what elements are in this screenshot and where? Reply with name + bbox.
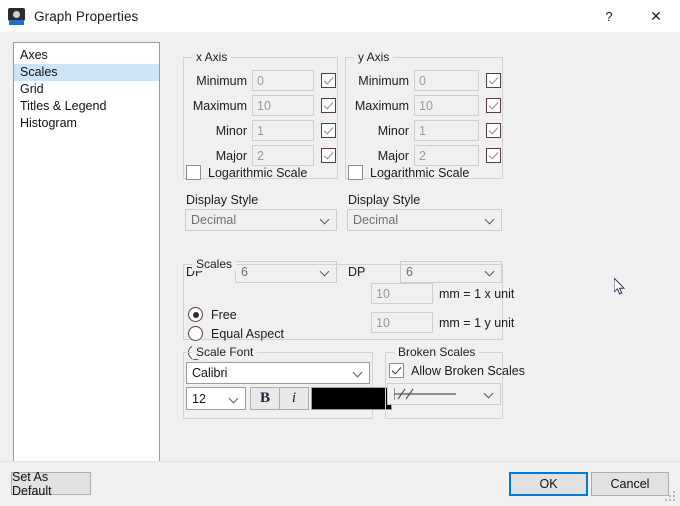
radio-equal-aspect[interactable] [188, 326, 203, 341]
radio-free[interactable] [188, 307, 203, 322]
sidebar-item-histogram[interactable]: Histogram [14, 115, 159, 132]
chevron-down-icon [486, 218, 494, 226]
y-minimum-auto-checkbox[interactable] [486, 73, 501, 88]
scales-option-equal-aspect-label: Equal Aspect [211, 326, 284, 341]
x-minimum-auto-checkbox[interactable] [321, 73, 336, 88]
x-major-row: Major [187, 145, 336, 166]
break-line-symbol-icon [394, 388, 456, 400]
sidebar-item-titles-legend[interactable]: Titles & Legend [14, 98, 159, 115]
y-unit-mm-input[interactable] [371, 312, 433, 333]
x-major-input[interactable] [252, 145, 314, 166]
sidebar-item-axes[interactable]: Axes [14, 47, 159, 64]
x-unit-mm-input[interactable] [371, 283, 433, 304]
sidebar-item-grid[interactable]: Grid [14, 81, 159, 98]
broken-scales-legend: Broken Scales [394, 345, 480, 359]
x-logarithmic-scale-row[interactable]: Logarithmic Scale [186, 165, 307, 180]
italic-button[interactable]: i [279, 387, 309, 410]
bold-button-label: B [259, 390, 270, 406]
y-minor-auto-checkbox[interactable] [486, 123, 501, 138]
x-minimum-row: Minimum [187, 70, 336, 91]
allow-broken-scales-label: Allow Broken Scales [411, 363, 525, 378]
x-axis-group: x Axis Minimum Maximum Minor Major [183, 50, 338, 179]
y-unit-mm-label: mm = 1 y unit [439, 316, 515, 330]
chevron-down-icon [230, 397, 238, 405]
x-maximum-label: Maximum [192, 98, 247, 113]
y-minimum-input[interactable] [414, 70, 479, 91]
font-size-combo[interactable]: 12 [186, 387, 246, 410]
allow-broken-scales-checkbox[interactable] [389, 363, 404, 378]
font-family-value: Calibri [192, 366, 228, 380]
y-major-auto-checkbox[interactable] [486, 148, 501, 163]
x-logarithmic-scale-label: Logarithmic Scale [208, 165, 308, 180]
y-minimum-row: Minimum [349, 70, 501, 91]
x-minor-auto-checkbox[interactable] [321, 123, 336, 138]
y-logarithmic-scale-label: Logarithmic Scale [370, 165, 470, 180]
y-major-input[interactable] [414, 145, 479, 166]
chevron-down-icon [354, 371, 362, 379]
x-display-style-value: Decimal [191, 213, 237, 227]
y-display-style-title: Display Style [348, 193, 421, 207]
y-major-row: Major [349, 145, 501, 166]
x-maximum-row: Maximum [187, 95, 336, 116]
cancel-button[interactable]: Cancel [591, 472, 669, 496]
y-maximum-label: Maximum [354, 98, 409, 113]
close-icon[interactable]: ✕ [632, 0, 680, 32]
scales-legend: Scales [192, 257, 237, 271]
y-minor-input[interactable] [414, 120, 479, 141]
allow-broken-scales-row[interactable]: Allow Broken Scales [389, 363, 525, 378]
font-family-combo[interactable]: Calibri [186, 362, 370, 384]
x-minor-label: Minor [215, 123, 247, 138]
y-axis-group: y Axis Minimum Maximum Minor Major [345, 50, 503, 179]
set-as-default-button[interactable]: Set As Default [11, 470, 91, 498]
y-minimum-label: Minimum [358, 73, 409, 88]
scales-option-equal-aspect[interactable]: Equal Aspect [188, 326, 284, 341]
x-minimum-label: Minimum [196, 73, 247, 88]
x-unit-mm-label: mm = 1 x unit [439, 287, 515, 301]
sidebar-item-scales[interactable]: Scales [14, 64, 159, 81]
window-controls: ? ✕ [586, 0, 680, 32]
y-maximum-auto-checkbox[interactable] [486, 98, 501, 113]
font-size-value: 12 [192, 391, 206, 406]
scales-option-free-label: Free [211, 307, 237, 322]
x-minor-row: Minor [187, 120, 336, 141]
window-title: Graph Properties [34, 8, 139, 24]
y-maximum-row: Maximum [349, 95, 501, 116]
x-display-style-title: Display Style [186, 193, 259, 207]
resize-grip[interactable] [665, 491, 677, 503]
help-icon[interactable]: ? [586, 0, 632, 32]
broken-scale-style-combo[interactable] [387, 383, 501, 405]
font-color-swatch[interactable] [311, 387, 392, 410]
x-minimum-input[interactable] [252, 70, 314, 91]
x-display-style-combo[interactable]: Decimal [185, 209, 337, 231]
title-bar: Graph Properties ? ✕ [0, 0, 680, 32]
chevron-down-icon [485, 392, 493, 400]
x-maximum-input[interactable] [252, 95, 314, 116]
x-major-auto-checkbox[interactable] [321, 148, 336, 163]
y-display-style-combo[interactable]: Decimal [347, 209, 502, 231]
y-minor-row: Minor [349, 120, 501, 141]
y-logarithmic-scale-row[interactable]: Logarithmic Scale [348, 165, 469, 180]
x-minor-input[interactable] [252, 120, 314, 141]
y-maximum-input[interactable] [414, 95, 479, 116]
dialog-footer: Set As Default OK Cancel [0, 461, 680, 506]
ok-button[interactable]: OK [509, 472, 588, 496]
y-logarithmic-scale-checkbox[interactable] [348, 165, 363, 180]
chevron-down-icon [321, 218, 329, 226]
italic-button-label: i [291, 390, 297, 406]
dialog-body: Axes Scales Grid Titles & Legend Histogr… [0, 32, 680, 470]
y-minor-label: Minor [377, 123, 409, 138]
x-maximum-auto-checkbox[interactable] [321, 98, 336, 113]
app-icon [8, 7, 25, 25]
y-major-label: Major [377, 148, 409, 163]
x-logarithmic-scale-checkbox[interactable] [186, 165, 201, 180]
y-axis-legend: y Axis [354, 50, 394, 64]
bold-button[interactable]: B [250, 387, 280, 410]
category-list[interactable]: Axes Scales Grid Titles & Legend Histogr… [13, 42, 160, 470]
x-axis-legend: x Axis [192, 50, 232, 64]
scale-font-legend: Scale Font [192, 345, 258, 359]
scales-option-free[interactable]: Free [188, 307, 237, 322]
y-display-style-value: Decimal [353, 213, 399, 227]
x-major-label: Major [215, 148, 247, 163]
